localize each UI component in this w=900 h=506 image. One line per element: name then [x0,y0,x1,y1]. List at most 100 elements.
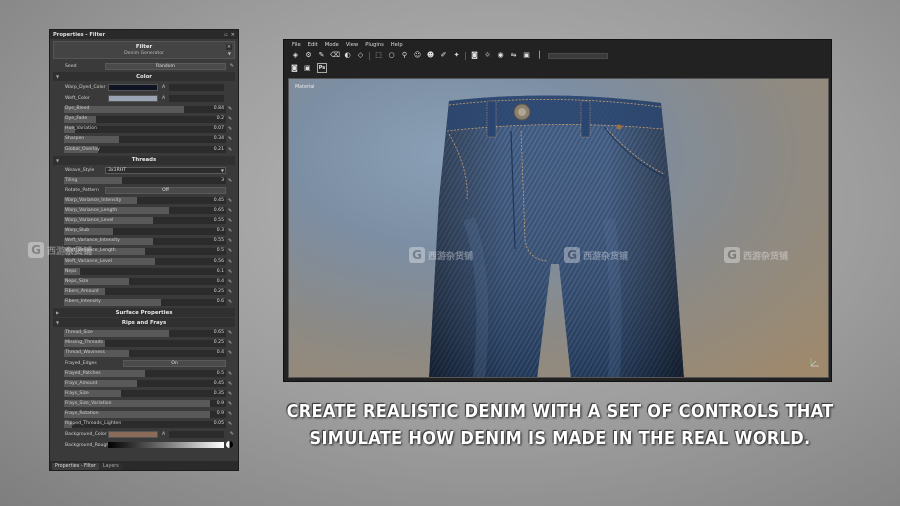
slider-row[interactable]: Global_Overlay 0.21 [53,145,235,155]
edit-icon[interactable] [228,198,234,204]
section-surface[interactable]: ▶ Surface Properties [53,308,235,318]
rotate-pattern-toggle[interactable]: Off [105,187,226,195]
edit-icon[interactable] [228,289,234,295]
section-threads[interactable]: ▼ Threads [53,155,235,165]
edit-icon[interactable] [228,116,234,122]
wand-icon[interactable]: ✦ [452,51,461,60]
slider-row[interactable]: Dye_Fade 0.2 [53,114,235,124]
collapse-icon[interactable]: ▼ [56,158,59,163]
edit-icon[interactable] [228,401,234,407]
slider-row[interactable]: Fibers_Intensity 0.6 [53,297,235,307]
tab-layers[interactable]: Layers [99,463,122,470]
slider-row[interactable]: Neps 0.1 [53,267,235,277]
slider-row[interactable]: Fibers_Amount 0.25 [53,287,235,297]
edit-icon[interactable] [228,269,234,275]
alpha-field[interactable] [169,84,224,91]
slider-track[interactable] [64,268,226,276]
slider-row[interactable]: Thread_Waviness 0.4 [53,348,235,358]
slider-row[interactable]: Frays_Amount 0.45 [53,379,235,389]
shape-icon[interactable]: ◇ [356,51,365,60]
slider-row[interactable]: Warp_Slub 0.3 [53,226,235,236]
edit-icon[interactable]: ✎ [230,63,234,69]
gear-icon[interactable]: ⚙ [304,51,313,60]
edit-icon[interactable] [228,106,234,112]
gradient-icon[interactable] [226,441,233,449]
slider-row[interactable]: Frays_Size_Variation 0.9 [53,399,235,409]
menu-item-help[interactable]: Help [391,42,403,48]
collapse-icon[interactable]: ▼ [56,320,59,325]
edit-icon[interactable] [228,218,234,224]
mirror-icon[interactable]: ⇋ [509,51,518,60]
slider-row[interactable]: Warp_Variance_Length 0.65 [53,206,235,216]
lasso-icon[interactable]: ○ [387,51,396,60]
filter-name[interactable]: Denim Generator [124,51,164,56]
material-icon[interactable]: ◉ [496,51,505,60]
edit-icon[interactable] [228,126,234,132]
edit-icon[interactable] [228,279,234,285]
light-icon[interactable]: ☼ [483,51,492,60]
slider-row[interactable]: Hue_Variation 0.07 [53,124,235,134]
weave-style-select[interactable]: 3x1RHT [105,167,226,175]
menu-item-mode[interactable]: Mode [325,42,339,48]
frayed-edges-toggle[interactable]: On [123,360,226,368]
random-seed-button[interactable]: Random [105,62,226,70]
tiling-row[interactable]: Tiling 3 [53,176,235,186]
color-swatch[interactable] [108,84,158,91]
spacer-icon[interactable]: │ [535,51,544,60]
edit-icon[interactable] [228,178,234,184]
color-swatch[interactable] [108,95,158,102]
camera-icon[interactable]: ◙ [291,64,300,73]
chevron-down-icon[interactable]: ▼ [228,51,231,56]
viewport[interactable]: Material G 西游杂货铺 G 西游杂货铺 G 西游杂货铺 [288,78,829,378]
brush-icon[interactable]: ✎ [317,51,326,60]
edit-icon[interactable] [228,421,234,427]
stamp-icon[interactable]: ⚲ [400,51,409,60]
edit-icon[interactable] [228,371,234,377]
remove-filter-icon[interactable]: × [226,44,232,50]
edit-icon[interactable] [228,381,234,387]
alpha-field[interactable] [169,431,224,439]
person-icon[interactable]: ☺ [413,51,422,60]
selection-icon[interactable]: ⬚ [374,51,383,60]
slider-row[interactable]: Thread_Size 0.65 [53,328,235,338]
dropper-icon[interactable]: ✐ [439,51,448,60]
fill-icon[interactable]: ◐ [343,51,352,60]
edit-icon[interactable] [228,299,234,305]
menu-item-file[interactable]: File [292,42,301,48]
edit-icon[interactable] [228,340,234,346]
slider-row[interactable]: Ripped_Threads_Lighten 0.05 [53,419,235,429]
slider-row[interactable]: Missing_Threads 0.25 [53,338,235,348]
eraser-icon[interactable]: ⌫ [330,51,340,60]
edit-icon[interactable] [228,208,234,214]
section-rips[interactable]: ▼ Rips and Frays [53,318,235,328]
expand-icon[interactable]: ▶ [56,310,59,315]
edit-icon[interactable] [228,391,234,397]
edit-icon[interactable] [228,136,234,142]
menu-item-view[interactable]: View [346,42,358,48]
menu-item-edit[interactable]: Edit [308,42,318,48]
section-color[interactable]: ▼ Color [53,72,235,81]
menu-item-plugins[interactable]: Plugins [365,42,384,48]
slider-row[interactable]: Warp_Variance_Intensity 0.45 [53,196,235,206]
background-color-swatch[interactable] [108,431,158,439]
edit-icon[interactable] [228,248,234,254]
collapse-icon[interactable]: ▼ [56,74,59,79]
camera-icon[interactable]: ◙ [470,51,479,60]
slider-row[interactable]: Sharpen 0.34 [53,134,235,144]
edit-icon[interactable] [228,330,234,336]
edit-icon[interactable] [228,228,234,234]
layers-icon[interactable]: ◈ [291,51,300,60]
edit-icon[interactable] [228,350,234,356]
tab-properties-filter[interactable]: Properties - Filter [52,463,99,470]
slider-row[interactable]: Frayed_Patches 0.5 [53,369,235,379]
edit-icon[interactable]: ✎ [230,431,234,437]
toolbar-field[interactable] [548,52,608,59]
edit-icon[interactable] [228,147,234,153]
roughness-gradient[interactable] [108,442,224,449]
edit-icon[interactable] [228,411,234,417]
slider-track[interactable] [64,115,226,123]
alpha-field[interactable] [169,95,224,102]
photoshop-button[interactable]: Ps [317,63,327,73]
slider-row[interactable]: Frays_Rotation 0.9 [53,409,235,419]
float-icon[interactable]: ▫ [224,32,228,38]
